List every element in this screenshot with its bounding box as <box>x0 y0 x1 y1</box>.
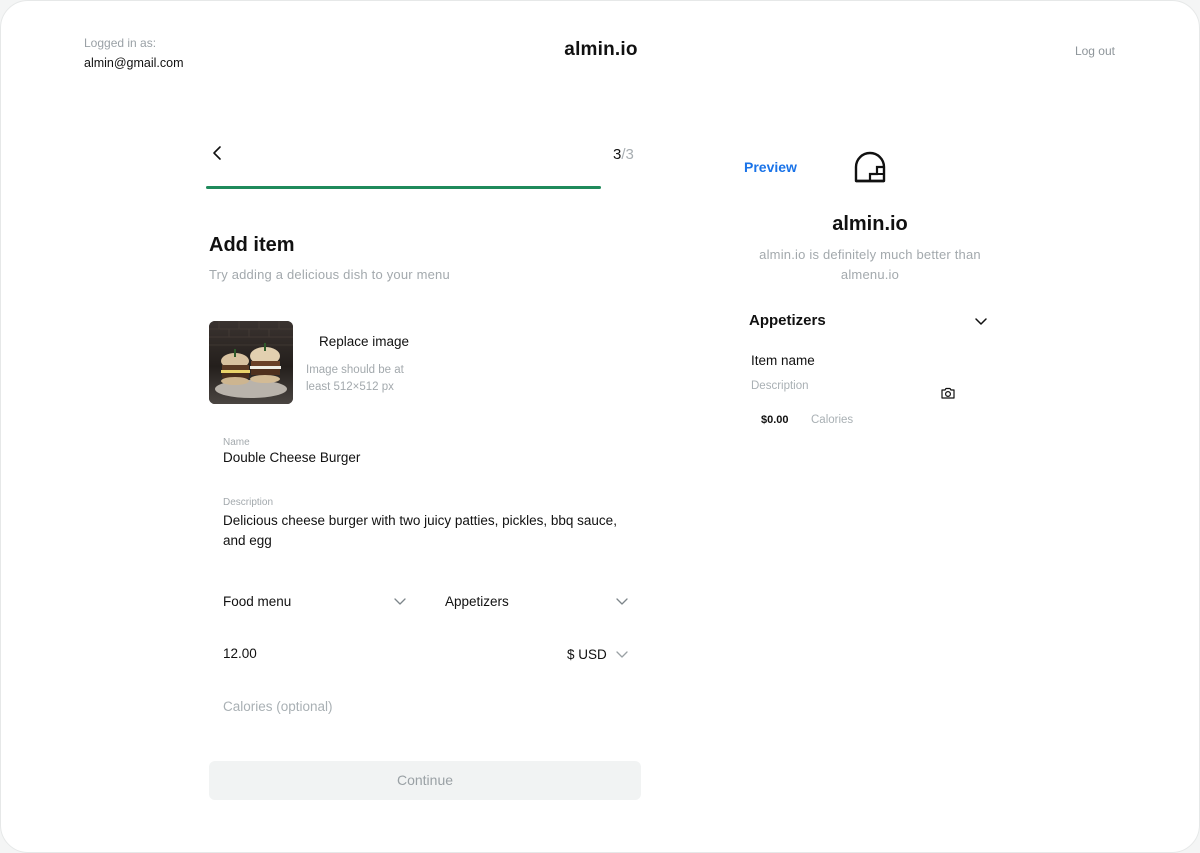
progress-bar <box>206 186 601 189</box>
description-input[interactable]: Delicious cheese burger with two juicy p… <box>223 511 623 551</box>
description-label: Description <box>223 497 274 508</box>
restaurant-logo-icon <box>854 151 886 183</box>
currency-select-value: $ USD <box>567 646 607 662</box>
back-button[interactable] <box>209 143 227 163</box>
menu-select-value: Food menu <box>223 593 292 609</box>
item-image-thumbnail[interactable] <box>209 321 293 404</box>
chevron-down-icon <box>616 651 628 658</box>
category-select[interactable]: Appetizers <box>445 589 629 613</box>
preview-item-calories: Calories <box>811 414 854 426</box>
page-subtitle: Try adding a delicious dish to your menu <box>209 267 450 282</box>
continue-button[interactable]: Continue <box>209 761 641 800</box>
chevron-down-icon <box>394 598 406 605</box>
replace-image-button[interactable]: Replace image <box>319 334 409 349</box>
category-select-value: Appetizers <box>445 593 509 609</box>
currency-select[interactable]: $ USD <box>567 642 629 666</box>
preview-brand: almin.io <box>832 213 908 235</box>
step-indicator: 3/3 <box>613 146 634 163</box>
preview-item-price: $0.00 <box>761 414 789 426</box>
app-frame: Logged in as: almin@gmail.com almin.io L… <box>0 0 1200 853</box>
brand-logo: almin.io <box>564 39 638 60</box>
page-title: Add item <box>209 234 295 256</box>
preview-category-title: Appetizers <box>749 312 826 329</box>
progress-fill <box>206 186 601 189</box>
name-label: Name <box>223 437 250 448</box>
chevron-left-icon <box>213 146 221 160</box>
preview-item-name: Item name <box>751 353 815 368</box>
step-total: /3 <box>621 146 634 163</box>
menu-select[interactable]: Food menu <box>223 589 407 613</box>
camera-icon <box>941 387 955 399</box>
chevron-down-icon[interactable] <box>973 313 989 329</box>
image-size-hint: Image should be at least 512×512 px <box>306 364 404 393</box>
logout-link[interactable]: Log out <box>1075 44 1115 58</box>
chevron-down-icon <box>616 598 628 605</box>
burger-photo <box>209 321 293 404</box>
preview-label: Preview <box>744 159 797 175</box>
calories-input[interactable]: Calories (optional) <box>223 697 333 717</box>
name-input[interactable]: Double Cheese Burger <box>223 448 633 468</box>
preview-item-description: Description <box>751 380 809 392</box>
price-input[interactable]: 12.00 <box>223 644 257 664</box>
preview-description: almin.io is definitely much better than … <box>759 247 981 282</box>
